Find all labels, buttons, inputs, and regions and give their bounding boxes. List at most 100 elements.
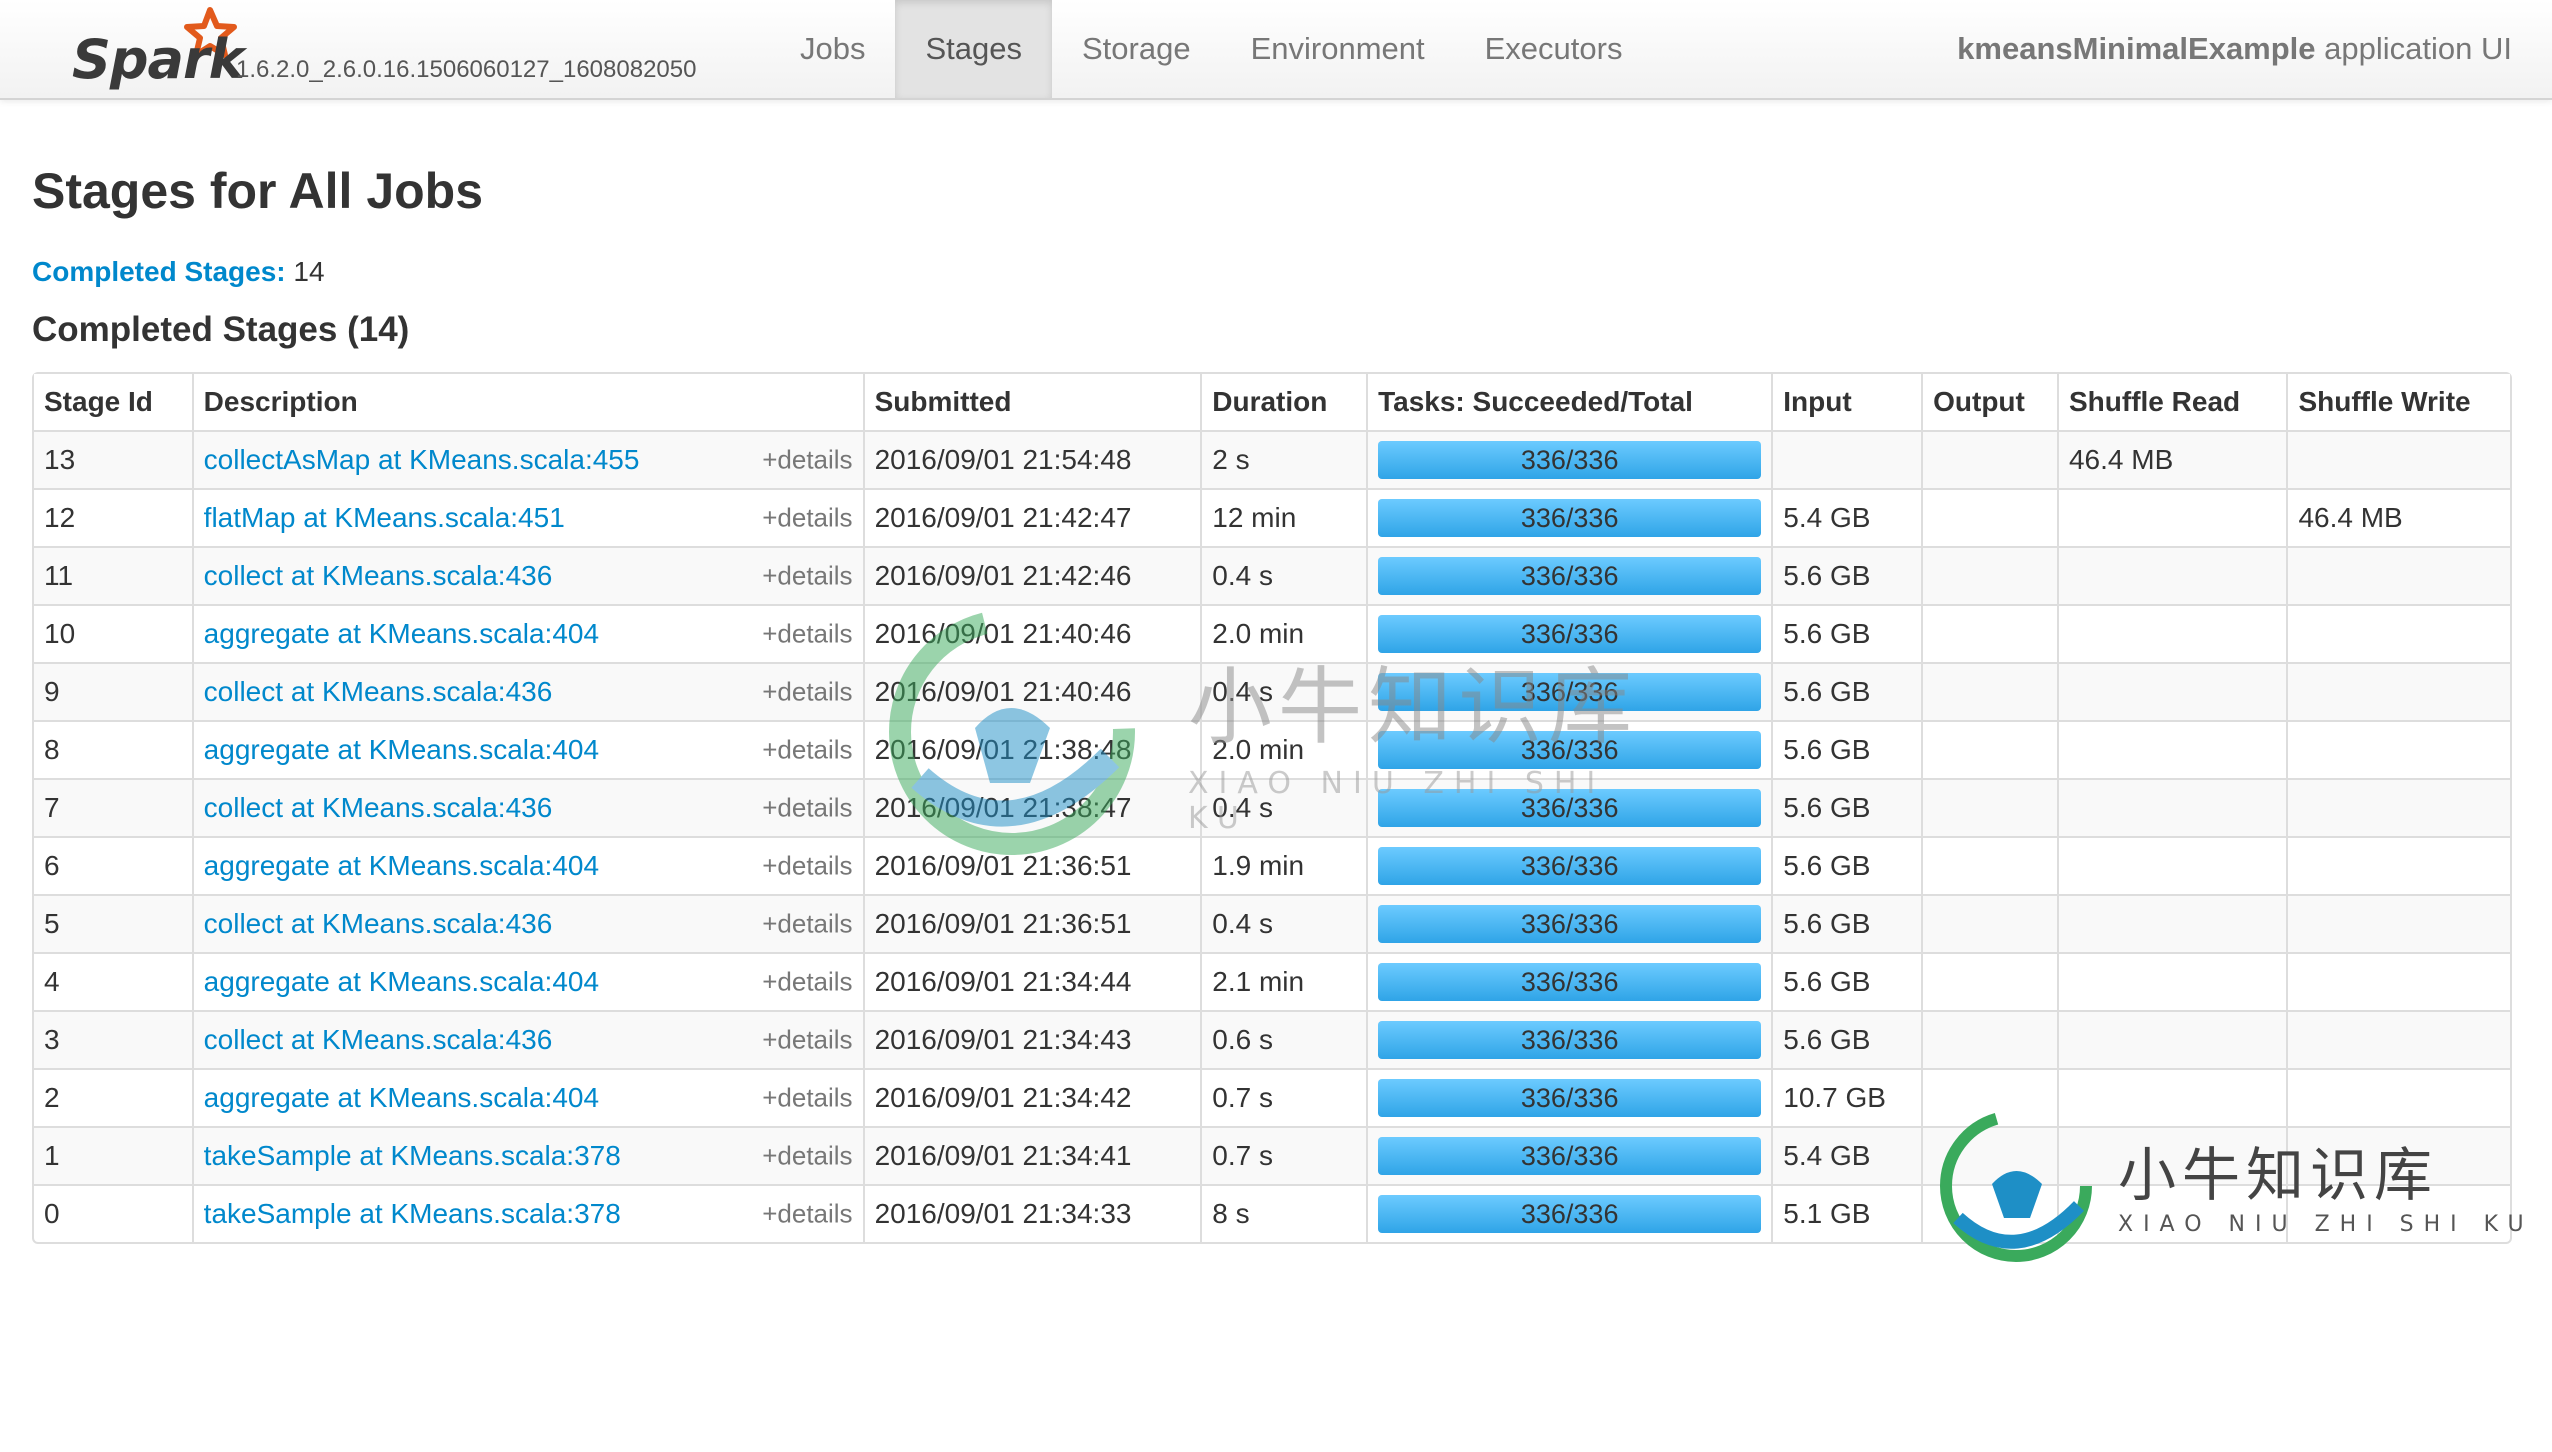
duration: 0.4 s [1200, 778, 1367, 836]
duration: 12 min [1200, 488, 1367, 546]
stage-id: 10 [34, 604, 192, 662]
details-toggle[interactable]: +details [762, 503, 852, 534]
col-header-input[interactable]: Input [1771, 374, 1922, 430]
stage-description-link[interactable]: takeSample at KMeans.scala:378 [204, 1140, 621, 1171]
details-toggle[interactable]: +details [762, 1199, 852, 1230]
details-toggle[interactable]: +details [762, 1025, 852, 1056]
tasks-progress-bar: 336/336 [1378, 1137, 1762, 1175]
stage-id: 7 [34, 778, 192, 836]
duration: 1.9 min [1200, 836, 1367, 894]
col-header-duration[interactable]: Duration [1200, 374, 1367, 430]
stage-description-link[interactable]: aggregate at KMeans.scala:404 [204, 618, 599, 649]
tasks-progress-bar: 336/336 [1378, 1195, 1762, 1233]
input-size: 5.6 GB [1771, 604, 1922, 662]
details-toggle[interactable]: +details [762, 445, 852, 476]
app-name: kmeansMinimalExample [1957, 31, 2316, 66]
table-row: 9 collect at KMeans.scala:436 +details 2… [34, 662, 2510, 720]
stage-description-link[interactable]: aggregate at KMeans.scala:404 [204, 850, 599, 881]
stage-summary: Completed Stages: 14 [32, 256, 325, 288]
stage-description-link[interactable]: collect at KMeans.scala:436 [204, 1024, 553, 1055]
input-size: 5.6 GB [1771, 546, 1922, 604]
shuffle-read [2056, 1126, 2287, 1184]
tab-jobs[interactable]: Jobs [770, 0, 895, 98]
col-header-shuffle-read[interactable]: Shuffle Read [2056, 374, 2287, 430]
stage-description-link[interactable]: aggregate at KMeans.scala:404 [204, 966, 599, 997]
spark-logo[interactable]: Spark [68, 6, 245, 94]
description-cell: flatMap at KMeans.scala:451 +details [191, 488, 863, 546]
stage-description-link[interactable]: aggregate at KMeans.scala:404 [204, 1082, 599, 1113]
details-toggle[interactable]: +details [762, 735, 852, 766]
top-navbar: Spark 1.6.2.0_2.6.0.16.1506060127_160808… [0, 0, 2552, 100]
stage-description-link[interactable]: collect at KMeans.scala:436 [204, 908, 553, 939]
details-toggle[interactable]: +details [762, 677, 852, 708]
stage-id: 0 [34, 1184, 192, 1242]
stage-id: 3 [34, 1010, 192, 1068]
stage-description-link[interactable]: aggregate at KMeans.scala:404 [204, 734, 599, 765]
details-toggle[interactable]: +details [762, 561, 852, 592]
stage-id: 11 [34, 546, 192, 604]
col-header-tasks[interactable]: Tasks: Succeeded/Total [1366, 374, 1772, 430]
description-cell: collect at KMeans.scala:436 +details [191, 1010, 863, 1068]
details-toggle[interactable]: +details [762, 909, 852, 940]
tasks-progress-text: 336/336 [1520, 1199, 1619, 1229]
input-size: 5.6 GB [1771, 952, 1922, 1010]
duration: 8 s [1200, 1184, 1367, 1242]
stage-description-link[interactable]: collect at KMeans.scala:436 [204, 560, 553, 591]
stage-description-link[interactable]: collect at KMeans.scala:436 [204, 792, 553, 823]
col-header-submitted[interactable]: Submitted [862, 374, 1201, 430]
tab-storage[interactable]: Storage [1052, 0, 1221, 98]
submitted-time: 2016/09/01 21:34:43 [862, 1010, 1201, 1068]
tasks-progress-text: 336/336 [1520, 909, 1619, 939]
tasks-progress-text: 336/336 [1520, 445, 1619, 475]
submitted-time: 2016/09/01 21:36:51 [862, 836, 1201, 894]
table-row: 11 collect at KMeans.scala:436 +details … [34, 546, 2510, 604]
output-size [1921, 546, 2057, 604]
details-toggle[interactable]: +details [762, 793, 852, 824]
submitted-time: 2016/09/01 21:42:46 [862, 546, 1201, 604]
table-row: 6 aggregate at KMeans.scala:404 +details… [34, 836, 2510, 894]
tab-stages[interactable]: Stages [895, 0, 1052, 98]
tab-executors[interactable]: Executors [1455, 0, 1653, 98]
col-header-description[interactable]: Description [191, 374, 863, 430]
description-cell: aggregate at KMeans.scala:404 +details [191, 720, 863, 778]
tasks-progress-text: 336/336 [1520, 619, 1619, 649]
nav-tabs: Jobs Stages Storage Environment Executor… [770, 0, 1652, 98]
stage-description-link[interactable]: flatMap at KMeans.scala:451 [204, 502, 565, 533]
shuffle-read [2056, 662, 2287, 720]
col-header-stage-id[interactable]: Stage Id [34, 374, 192, 430]
tasks-progress-bar: 336/336 [1378, 963, 1762, 1001]
tab-environment[interactable]: Environment [1221, 0, 1455, 98]
duration: 0.7 s [1200, 1126, 1367, 1184]
tasks-progress-text: 336/336 [1520, 793, 1619, 823]
details-toggle[interactable]: +details [762, 1083, 852, 1114]
details-toggle[interactable]: +details [762, 619, 852, 650]
stage-description-link[interactable]: takeSample at KMeans.scala:378 [204, 1198, 621, 1229]
output-size [1921, 952, 2057, 1010]
tasks-progress-text: 336/336 [1520, 735, 1619, 765]
stage-description-link[interactable]: collect at KMeans.scala:436 [204, 676, 553, 707]
tasks-progress-text: 336/336 [1520, 677, 1619, 707]
submitted-time: 2016/09/01 21:34:41 [862, 1126, 1201, 1184]
col-header-shuffle-write[interactable]: Shuffle Write [2286, 374, 2510, 430]
input-size: 5.6 GB [1771, 778, 1922, 836]
output-size [1921, 778, 2057, 836]
shuffle-write [2286, 662, 2510, 720]
details-toggle[interactable]: +details [762, 1141, 852, 1172]
col-header-output[interactable]: Output [1921, 374, 2057, 430]
tasks-progress-text: 336/336 [1520, 1025, 1619, 1055]
input-size: 5.6 GB [1771, 1010, 1922, 1068]
shuffle-write [2286, 604, 2510, 662]
details-toggle[interactable]: +details [762, 851, 852, 882]
output-size [1921, 430, 2057, 488]
details-toggle[interactable]: +details [762, 967, 852, 998]
description-cell: aggregate at KMeans.scala:404 +details [191, 952, 863, 1010]
tasks-progress-bar: 336/336 [1378, 789, 1762, 827]
table-row: 7 collect at KMeans.scala:436 +details 2… [34, 778, 2510, 836]
spark-version: 1.6.2.0_2.6.0.16.1506060127_1608082050 [236, 56, 697, 83]
application-title: kmeansMinimalExample application UI [1957, 0, 2512, 98]
stage-description-link[interactable]: collectAsMap at KMeans.scala:455 [204, 444, 640, 475]
table-row: 12 flatMap at KMeans.scala:451 +details … [34, 488, 2510, 546]
completed-stages-link[interactable]: Completed Stages: [32, 256, 286, 287]
stage-id: 8 [34, 720, 192, 778]
completed-stages-table: Stage Id Description Submitted Duration … [32, 372, 2512, 1244]
